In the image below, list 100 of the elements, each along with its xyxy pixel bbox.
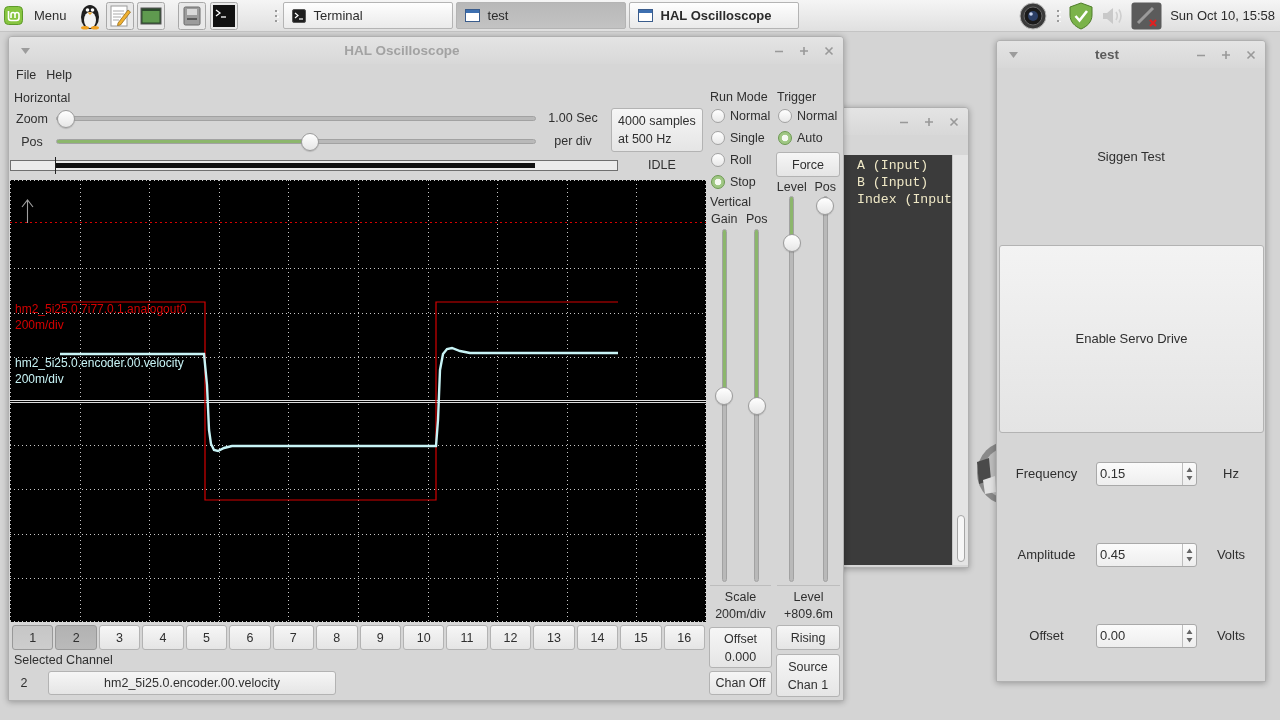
spin-arrows-icon[interactable] <box>1186 628 1193 643</box>
level-readout: +809.6m <box>784 605 833 622</box>
level-label: Level <box>793 589 824 606</box>
channel-button[interactable]: 11 <box>446 625 488 650</box>
radio-label[interactable]: Normal <box>730 109 771 123</box>
window-menu-icon[interactable] <box>21 47 30 54</box>
slider-label: Zoom <box>16 111 48 126</box>
field-label: Amplitude <box>1017 547 1076 562</box>
channel-button[interactable]: 1 <box>12 625 54 650</box>
enable-button[interactable]: Enable Servo Drive <box>999 245 1264 433</box>
radio-button[interactable] <box>778 109 792 123</box>
panel-heading: Siggen Test <box>1097 149 1165 164</box>
spin-field[interactable]: 0.15 <box>1096 461 1197 486</box>
radio-button[interactable] <box>778 131 792 145</box>
grip-icon[interactable] <box>274 9 279 22</box>
radio-button[interactable] <box>711 153 725 167</box>
spin-arrows-icon[interactable] <box>1186 547 1193 562</box>
slider-label: Pos <box>21 134 43 149</box>
channel-button[interactable]: 2 <box>55 625 97 650</box>
close-icon[interactable] <box>824 45 834 56</box>
menu-button[interactable]: Menu <box>4 1 71 30</box>
spin-field[interactable]: 0.00 <box>1096 623 1197 648</box>
maximize-icon[interactable] <box>799 45 809 56</box>
offset-button[interactable]: Offset 0.000 <box>709 627 772 668</box>
close-icon[interactable] <box>1246 49 1256 60</box>
force-button[interactable]: Force <box>776 152 840 177</box>
task-button[interactable]: HAL Oscilloscope <box>628 2 799 29</box>
slider-thumb[interactable] <box>715 386 734 405</box>
slider-thumb[interactable] <box>300 132 319 151</box>
section-label: Trigger <box>777 89 817 105</box>
channel-button[interactable]: 12 <box>489 625 532 650</box>
channel-button[interactable]: 7 <box>272 625 315 650</box>
edge-button[interactable]: Rising <box>776 625 840 650</box>
channel-name-button[interactable]: hm2_5i25.0.encoder.00.velocity <box>48 671 336 695</box>
radio-label[interactable]: Roll <box>730 153 752 167</box>
channel-button[interactable]: 16 <box>663 625 705 650</box>
slider-thumb[interactable] <box>747 396 766 415</box>
terminal-icon[interactable] <box>209 1 238 30</box>
maximize-icon[interactable] <box>1221 49 1231 60</box>
channel-button[interactable]: 10 <box>402 625 445 650</box>
channel-button[interactable]: 5 <box>185 625 228 650</box>
source-button[interactable]: Source Chan 1 <box>776 654 840 697</box>
field-label: Offset <box>1029 628 1064 643</box>
radio-button[interactable] <box>711 109 725 123</box>
task-button[interactable]: Terminal <box>282 2 453 29</box>
radio-label[interactable]: Single <box>730 131 765 145</box>
camera-icon[interactable] <box>1019 1 1048 30</box>
scrollbar-thumb[interactable] <box>956 515 965 562</box>
shield-check-icon[interactable] <box>1068 1 1095 30</box>
unit-label: Volts <box>1216 628 1246 643</box>
radio-button[interactable] <box>711 131 725 145</box>
radio-button[interactable] <box>711 175 725 189</box>
channel-button[interactable]: 15 <box>620 625 662 650</box>
time-scale-readout: 1.00 Sec per div <box>548 110 598 150</box>
section-label: Horizontal <box>14 90 71 107</box>
channel-button[interactable]: 13 <box>533 625 575 650</box>
scale-label: Scale <box>724 589 757 606</box>
field-label: Frequency <box>1015 466 1078 481</box>
slider-label: Pos <box>745 211 768 227</box>
scale-readout: 200m/div <box>715 605 766 622</box>
maximize-icon[interactable] <box>924 116 934 127</box>
channel-button[interactable]: 8 <box>316 625 358 650</box>
terminal-line: Index (Input <box>857 191 952 208</box>
slider-thumb[interactable] <box>816 197 835 215</box>
network-error-icon[interactable] <box>1131 1 1163 30</box>
channel-button[interactable]: 4 <box>142 625 184 650</box>
samples-button[interactable]: 4000 samples at 500 Hz <box>611 108 703 152</box>
slider-thumb[interactable] <box>57 109 75 128</box>
channel-button[interactable]: 3 <box>98 625 141 650</box>
menu-item[interactable]: Help <box>41 68 77 82</box>
clock[interactable]: Sun Oct 10, 15:58 <box>1170 8 1275 23</box>
radio-label[interactable]: Stop <box>730 175 756 189</box>
menu-item[interactable]: File <box>11 68 42 82</box>
window-icon <box>637 9 653 22</box>
task-button[interactable]: test <box>455 2 626 29</box>
terminal-icon <box>291 8 306 23</box>
channel-number: 2 <box>20 676 28 690</box>
slider-thumb[interactable] <box>782 233 801 252</box>
radio-label[interactable]: Normal <box>797 109 838 123</box>
radio-label[interactable]: Auto <box>797 131 823 145</box>
section-label: Run Mode <box>710 89 768 105</box>
window-menu-icon[interactable] <box>1009 51 1018 58</box>
spin-arrows-icon[interactable] <box>1186 466 1193 481</box>
window-title: test <box>1095 47 1119 62</box>
slider-label: Pos <box>814 179 836 195</box>
grip-icon[interactable] <box>1057 9 1062 22</box>
terminal-line: B (Input) <box>857 174 929 191</box>
monitor-icon[interactable] <box>136 1 165 30</box>
channel-button[interactable]: 6 <box>229 625 271 650</box>
status-text: IDLE <box>648 158 676 172</box>
chan-off-button[interactable]: Chan Off <box>709 671 772 695</box>
window-icon <box>464 9 480 22</box>
window-title: HAL Oscilloscope <box>344 43 460 58</box>
scrollbar[interactable] <box>952 155 968 565</box>
slider-label: Level <box>776 179 807 195</box>
channel-button[interactable]: 14 <box>576 625 619 650</box>
section-label: Vertical <box>710 194 751 211</box>
close-icon[interactable] <box>949 116 959 127</box>
spin-field[interactable]: 0.45 <box>1096 542 1197 567</box>
channel-button[interactable]: 9 <box>359 625 401 650</box>
